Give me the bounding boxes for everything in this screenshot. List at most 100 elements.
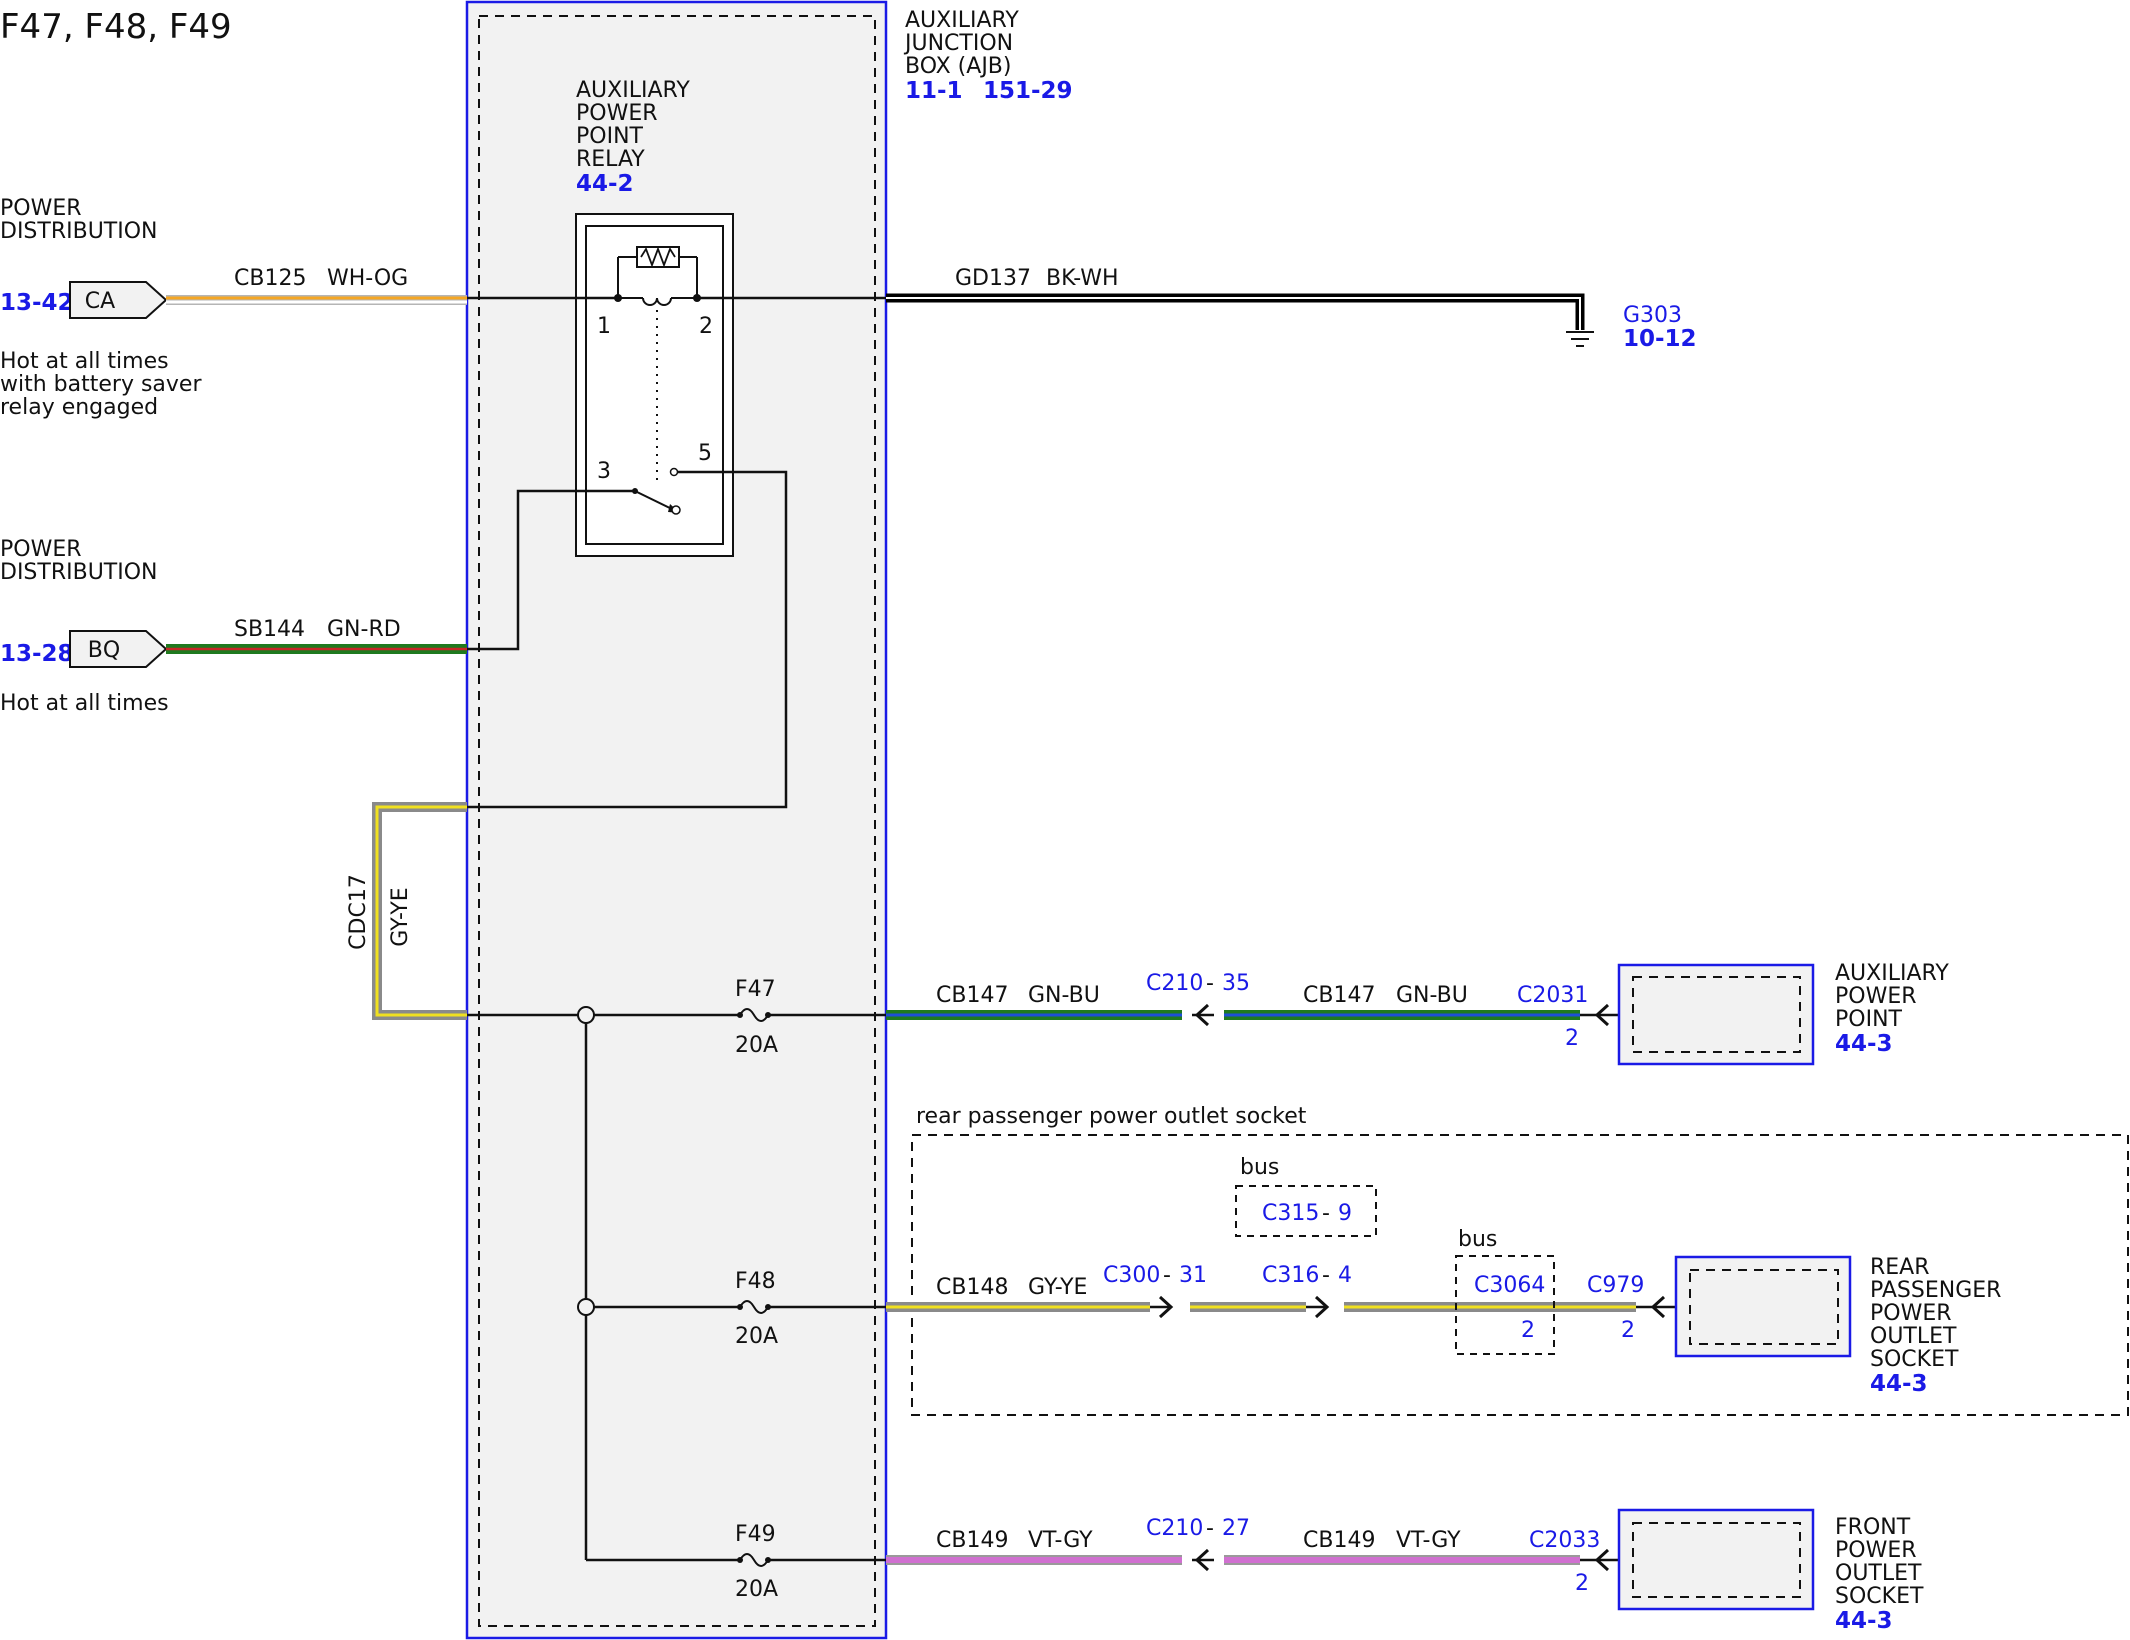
wire-cb147-color-a: GN-BU xyxy=(1028,983,1100,1008)
dest3-line3: OUTLET xyxy=(1835,1561,1922,1586)
dest2-line5: SOCKET xyxy=(1870,1347,1959,1372)
wire-cb149-circuit-a: CB149 xyxy=(936,1528,1008,1553)
dest3-line2: POWER xyxy=(1835,1538,1917,1563)
connector-c2031[interactable]: C2031 xyxy=(1517,983,1588,1008)
wire-cb149-color-a: VT-GY xyxy=(1028,1528,1093,1553)
dest2-ref[interactable]: 44-3 xyxy=(1870,1371,1928,1397)
relay-label-line1: AUXILIARY xyxy=(576,78,690,103)
input1-ref[interactable]: 13-42 xyxy=(0,290,74,316)
relay-label-line4: RELAY xyxy=(576,147,645,172)
dest1-ref[interactable]: 44-3 xyxy=(1835,1031,1893,1057)
relay-pin-3: 3 xyxy=(597,459,611,484)
diagram-title: F47, F48, F49 xyxy=(0,7,232,47)
connector-c315-dash: - xyxy=(1322,1201,1330,1226)
relay-symbol xyxy=(575,213,734,557)
connector-c316-dash: - xyxy=(1322,1263,1330,1288)
wire-gd137-color: BK-WH xyxy=(1046,266,1119,291)
wire-cb148-circuit: CB148 xyxy=(936,1275,1008,1300)
input2-source-line2: DISTRIBUTION xyxy=(0,560,158,585)
connector-c3064-pin: 2 xyxy=(1521,1318,1535,1343)
input1-source-line1: POWER xyxy=(0,196,82,221)
connector-c210-27[interactable]: C210 xyxy=(1146,1516,1203,1541)
fuse-f47-label: F47 xyxy=(735,977,776,1002)
connector-c315[interactable]: C315 xyxy=(1262,1201,1319,1226)
input1-source-line2: DISTRIBUTION xyxy=(0,219,158,244)
connector-c210-pin-27[interactable]: 27 xyxy=(1222,1516,1250,1541)
dest2-line4: OUTLET xyxy=(1870,1324,1957,1349)
wire-cb148-color: GY-YE xyxy=(1028,1275,1087,1300)
wire-cb147-color-b: GN-BU xyxy=(1396,983,1468,1008)
connector-c979-pin: 2 xyxy=(1621,1318,1635,1343)
relay-pin-1: 1 xyxy=(597,314,611,339)
wire-sb144-circuit: SB144 xyxy=(234,617,305,642)
dest1-line3: POINT xyxy=(1835,1007,1903,1032)
connector-c316[interactable]: C316 xyxy=(1262,1263,1319,1288)
connector-c300[interactable]: C300 xyxy=(1103,1263,1160,1288)
connector-c210-dash: - xyxy=(1206,971,1214,996)
dest3-line1: FRONT xyxy=(1835,1515,1911,1540)
fuse-f49-label: F49 xyxy=(735,1522,776,1547)
connector-c315-pin[interactable]: 9 xyxy=(1338,1201,1352,1226)
dest1-line1: AUXILIARY xyxy=(1835,961,1949,986)
wire-cb147-circuit-b: CB147 xyxy=(1303,983,1375,1008)
connector-c979[interactable]: C979 xyxy=(1587,1273,1644,1298)
dest3-line4: SOCKET xyxy=(1835,1584,1924,1609)
front-outlet-component xyxy=(1617,1508,1815,1611)
dest2-line2: PASSENGER xyxy=(1870,1278,2001,1303)
input2-source-line1: POWER xyxy=(0,537,82,562)
connector-c300-arrow xyxy=(1150,1295,1174,1319)
fuse-f47-rating: 20A xyxy=(735,1033,778,1058)
bus-top-label: bus xyxy=(1240,1155,1279,1180)
wire-sb144-color: GN-RD xyxy=(327,617,401,642)
relay-pin-5: 5 xyxy=(698,441,712,466)
ajb-label-line2: JUNCTION xyxy=(903,31,1013,56)
wire-cdc17-circuit: CDC17 xyxy=(346,874,371,950)
ajb-ref-2[interactable]: 151-29 xyxy=(983,78,1073,104)
connector-c2033-pin: 2 xyxy=(1575,1571,1589,1596)
relay-pin-2: 2 xyxy=(699,314,713,339)
relay-label-line2: POWER xyxy=(576,101,658,126)
connector-c210-35[interactable]: C210 xyxy=(1146,971,1203,996)
relay-ref[interactable]: 44-2 xyxy=(576,171,634,197)
inline-connector-arrow xyxy=(1192,1548,1214,1572)
fuse-f48-label: F48 xyxy=(735,1269,776,1294)
ground-ref[interactable]: 10-12 xyxy=(1623,326,1697,352)
wire-cb149-circuit-b: CB149 xyxy=(1303,1528,1375,1553)
connector-c210-pin-35[interactable]: 35 xyxy=(1222,971,1250,996)
ajb-ref-1[interactable]: 11-1 xyxy=(905,78,963,104)
wire-cb125-color: WH-OG xyxy=(327,266,408,291)
connector-c3064[interactable]: C3064 xyxy=(1474,1273,1545,1298)
ajb-label-line3: BOX (AJB) xyxy=(905,54,1011,79)
connector-c2031-pin: 2 xyxy=(1565,1026,1579,1051)
fuse-f48-rating: 20A xyxy=(735,1324,778,1349)
relay-label-line3: POINT xyxy=(576,124,644,149)
connector-c2033[interactable]: C2033 xyxy=(1529,1528,1600,1553)
connector-c300-pin[interactable]: 31 xyxy=(1179,1263,1207,1288)
connector-c316-arrow xyxy=(1306,1295,1330,1319)
input1-note-line2: with battery saver xyxy=(0,372,202,397)
dest2-line3: POWER xyxy=(1870,1301,1952,1326)
fuse-f49-rating: 20A xyxy=(735,1577,778,1602)
dest2-line1: REAR xyxy=(1870,1255,1930,1280)
connector-bq-label: BQ xyxy=(88,638,120,663)
inline-connector-arrow xyxy=(1192,1003,1214,1027)
rear-outlet-component xyxy=(1674,1255,1852,1358)
auxiliary-power-point-component xyxy=(1617,963,1815,1066)
ground-g303[interactable]: G303 xyxy=(1623,303,1682,328)
wiring-diagram: F47, F48, F49 AUXILIARY JUNCTION BOX (AJ… xyxy=(0,0,2129,1640)
wire-cdc17-color: GY-YE xyxy=(388,887,413,946)
input1-note-line1: Hot at all times xyxy=(0,349,169,374)
wire-cb149-color-b: VT-GY xyxy=(1396,1528,1461,1553)
connector-c316-pin[interactable]: 4 xyxy=(1338,1263,1352,1288)
wire-cb147-circuit-a: CB147 xyxy=(936,983,1008,1008)
input2-ref[interactable]: 13-28 xyxy=(0,641,74,667)
bus-label: bus xyxy=(1458,1227,1497,1252)
wire-cb125 xyxy=(166,295,467,305)
dest3-ref[interactable]: 44-3 xyxy=(1835,1608,1893,1634)
wire-gd137 xyxy=(886,293,1585,330)
ajb-label-line1: AUXILIARY xyxy=(905,8,1019,33)
connector-c300-dash: - xyxy=(1163,1263,1171,1288)
connector-ca-label: CA xyxy=(85,289,115,314)
ground-symbol xyxy=(1566,331,1594,347)
wire-cb125-circuit: CB125 xyxy=(234,266,306,291)
